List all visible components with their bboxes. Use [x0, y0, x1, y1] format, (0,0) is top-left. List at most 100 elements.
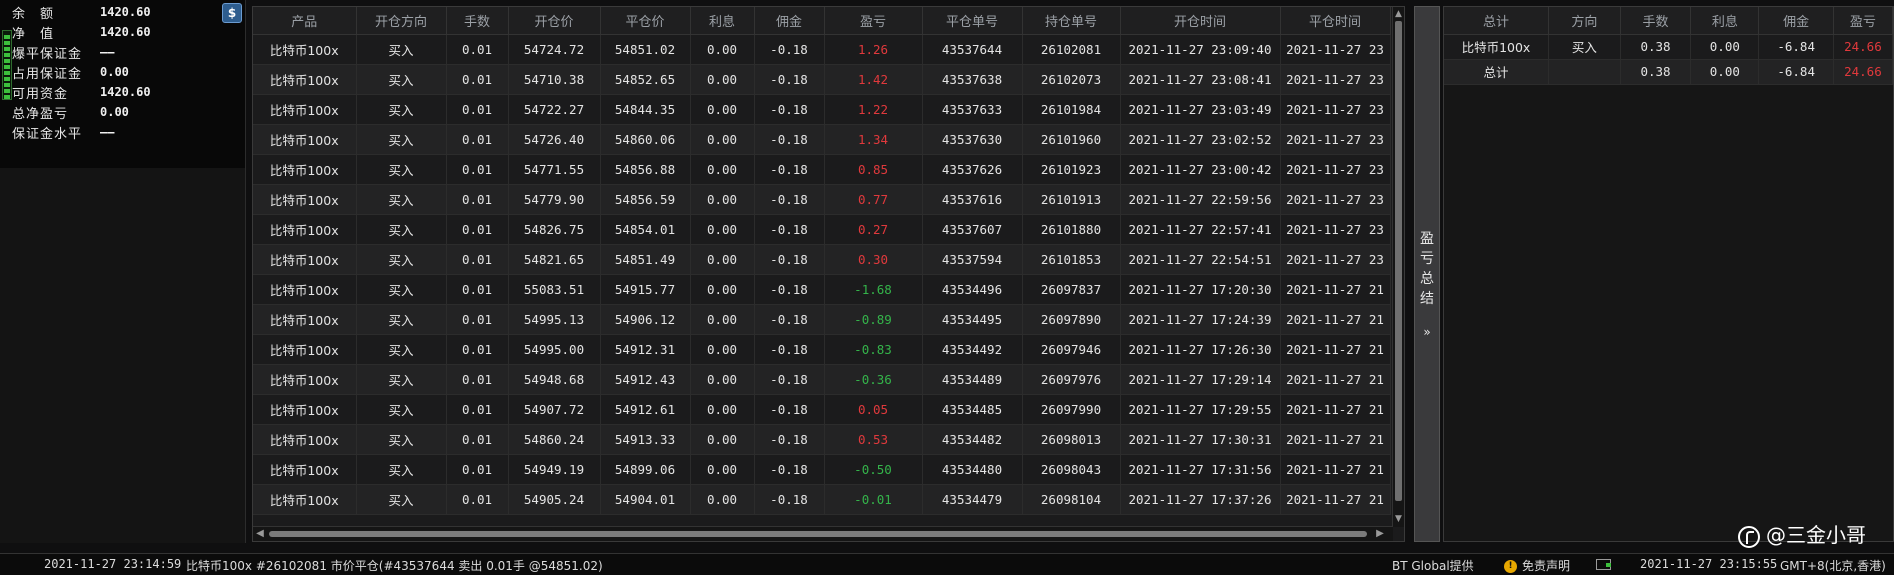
- disclaimer-link[interactable]: ! 免责声明: [1504, 557, 1570, 574]
- table-row[interactable]: 比特币100x 买入 0.01 54995.00 54912.31 0.00 -0.18 -0…: [253, 334, 1391, 365]
- cell-close-id: 43537633: [922, 94, 1023, 125]
- cell-open-time: 2021-11-27 23:03:49: [1120, 94, 1281, 125]
- column-header[interactable]: 佣金: [754, 7, 825, 35]
- cell-commission: -0.18: [754, 214, 825, 245]
- column-header[interactable]: 开仓方向: [356, 7, 447, 35]
- cell-pos-id: 26097990: [1022, 394, 1121, 425]
- disclaimer-label: 免责声明: [1522, 559, 1571, 573]
- cell-close-time: 2021-11-27 21: [1280, 274, 1391, 305]
- cell-lots: 0.01: [446, 394, 509, 425]
- summary-cell-commission: -6.84: [1758, 34, 1834, 60]
- status-provider: BT Global提供: [1392, 559, 1474, 573]
- cell-commission: -0.18: [754, 34, 825, 65]
- column-header[interactable]: 平仓价: [600, 7, 691, 35]
- margin-level-segment: [4, 89, 10, 93]
- scroll-left-arrow-icon[interactable]: ◀: [253, 527, 267, 541]
- cell-close-id: 43534495: [922, 304, 1023, 335]
- cell-interest: 0.00: [690, 124, 755, 155]
- cell-close: 54856.88: [600, 154, 691, 185]
- cell-close: 54915.77: [600, 274, 691, 305]
- cell-pos-id: 26101960: [1022, 124, 1121, 155]
- account-value: 1420.60: [100, 25, 151, 39]
- cell-dir: 买入: [356, 154, 447, 185]
- monitor-icon: [1596, 559, 1611, 570]
- cell-interest: 0.00: [690, 364, 755, 395]
- cell-close-id: 43537616: [922, 184, 1023, 215]
- dollar-button[interactable]: $: [222, 3, 242, 23]
- pl-summary-tab[interactable]: 盈亏总结 »: [1414, 6, 1440, 542]
- cell-pl: 0.85: [824, 154, 923, 185]
- cell-close-id: 43537607: [922, 214, 1023, 245]
- cell-open: 54905.24: [508, 484, 601, 515]
- column-header[interactable]: 开仓时间: [1120, 7, 1281, 35]
- account-panel: 余 额 1420.60 净 值 1420.60 爆平保证金 —— 占用保证金 0.00 可用资金…: [0, 0, 246, 168]
- column-header[interactable]: 平仓时间: [1280, 7, 1391, 35]
- table-row[interactable]: 比特币100x 买入 0.01 54826.75 54854.01 0.00 -0.18 0.…: [253, 214, 1391, 245]
- cell-close: 54851.49: [600, 244, 691, 275]
- double-chevron-right-icon[interactable]: »: [1415, 325, 1439, 339]
- cell-open: 54949.19: [508, 454, 601, 485]
- table-row[interactable]: 比特币100x 买入 0.01 54779.90 54856.59 0.00 -0.18 0.…: [253, 184, 1391, 215]
- margin-level-segment: [4, 65, 10, 69]
- cell-dir: 买入: [356, 124, 447, 155]
- cell-pl: 1.42: [824, 64, 923, 95]
- column-header[interactable]: 持仓单号: [1022, 7, 1121, 35]
- cell-close-id: 43537638: [922, 64, 1023, 95]
- column-header[interactable]: 手数: [446, 7, 509, 35]
- horizontal-scroll-thumb[interactable]: [269, 531, 1367, 537]
- cell-product: 比特币100x: [253, 184, 357, 215]
- cell-product: 比特币100x: [253, 34, 357, 65]
- cell-product: 比特币100x: [253, 484, 357, 515]
- summary-column-header[interactable]: 盈亏: [1833, 7, 1893, 35]
- table-row[interactable]: 比特币100x 买入 0.01 54860.24 54913.33 0.00 -0.18 0.…: [253, 424, 1391, 455]
- summary-column-header[interactable]: 总计: [1444, 7, 1549, 35]
- cell-lots: 0.01: [446, 64, 509, 95]
- table-row[interactable]: 比特币100x 买入 0.01 54995.13 54906.12 0.00 -0.18 -0…: [253, 304, 1391, 335]
- cell-open: 54995.00: [508, 334, 601, 365]
- table-row[interactable]: 比特币100x 买入 0.01 54771.55 54856.88 0.00 -0.18 0.…: [253, 154, 1391, 185]
- cell-open-time: 2021-11-27 22:57:41: [1120, 214, 1281, 245]
- column-header[interactable]: 利息: [690, 7, 755, 35]
- cell-dir: 买入: [356, 334, 447, 365]
- summary-column-header[interactable]: 利息: [1690, 7, 1760, 35]
- cell-close-time: 2021-11-27 21: [1280, 304, 1391, 335]
- table-row[interactable]: 比特币100x 买入 0.01 54821.65 54851.49 0.00 -0.18 0.…: [253, 244, 1391, 275]
- table-row[interactable]: 比特币100x 买入 0.01 54724.72 54851.02 0.00 -0.18 1.…: [253, 34, 1391, 65]
- column-header[interactable]: 产品: [253, 7, 357, 35]
- table-row[interactable]: 比特币100x 买入 0.01 54722.27 54844.35 0.00 -0.18 1.…: [253, 94, 1391, 125]
- cell-product: 比特币100x: [253, 154, 357, 185]
- cell-pos-id: 26097976: [1022, 364, 1121, 395]
- table-row[interactable]: 比特币100x 买入 0.01 54907.72 54912.61 0.00 -0.18 0.…: [253, 394, 1391, 425]
- scroll-down-arrow-icon[interactable]: ▼: [1393, 512, 1404, 526]
- cell-close-time: 2021-11-27 23: [1280, 184, 1391, 215]
- column-header[interactable]: 平仓单号: [922, 7, 1023, 35]
- account-label: 爆平保证金: [12, 46, 83, 62]
- cell-interest: 0.00: [690, 334, 755, 365]
- table-row[interactable]: 比特币100x 买入 0.01 54710.38 54852.65 0.00 -0.18 1.…: [253, 64, 1391, 95]
- scroll-up-arrow-icon[interactable]: ▲: [1393, 7, 1404, 21]
- cell-open-time: 2021-11-27 17:37:26: [1120, 484, 1281, 515]
- summary-row[interactable]: 比特币100x 买入 0.38 0.00 -6.84 24.66: [1444, 34, 1893, 60]
- vertical-scrollbar[interactable]: ▲ ▼: [1392, 7, 1404, 527]
- cell-pos-id: 26097837: [1022, 274, 1121, 305]
- table-row[interactable]: 比特币100x 买入 0.01 54905.24 54904.01 0.00 -0.18 -0…: [253, 484, 1391, 515]
- horizontal-scrollbar[interactable]: ◀ ▶: [253, 526, 1393, 541]
- cell-close-id: 43537594: [922, 244, 1023, 275]
- table-row[interactable]: 比特币100x 买入 0.01 54948.68 54912.43 0.00 -0.18 -0…: [253, 364, 1391, 395]
- margin-level-segment: [4, 47, 10, 51]
- cell-dir: 买入: [356, 184, 447, 215]
- scroll-right-arrow-icon[interactable]: ▶: [1373, 527, 1387, 541]
- summary-column-header[interactable]: 佣金: [1758, 7, 1834, 35]
- summary-column-header[interactable]: 手数: [1620, 7, 1692, 35]
- table-row[interactable]: 比特币100x 买入 0.01 54949.19 54899.06 0.00 -0.18 -0…: [253, 454, 1391, 485]
- table-row[interactable]: 比特币100x 买入 0.01 54726.40 54860.06 0.00 -0.18 1.…: [253, 124, 1391, 155]
- summary-column-header[interactable]: 方向: [1548, 7, 1621, 35]
- margin-level-segment: [4, 59, 10, 63]
- column-header[interactable]: 盈亏: [824, 7, 923, 35]
- vertical-scroll-thumb[interactable]: [1395, 21, 1402, 501]
- cell-pos-id: 26097946: [1022, 334, 1121, 365]
- column-header[interactable]: 开仓价: [508, 7, 601, 35]
- table-row[interactable]: 比特币100x 买入 0.01 55083.51 54915.77 0.00 -0.18 -1…: [253, 274, 1391, 305]
- cell-close-id: 43534485: [922, 394, 1023, 425]
- summary-row[interactable]: 总计 0.38 0.00 -6.84 24.66: [1444, 59, 1893, 85]
